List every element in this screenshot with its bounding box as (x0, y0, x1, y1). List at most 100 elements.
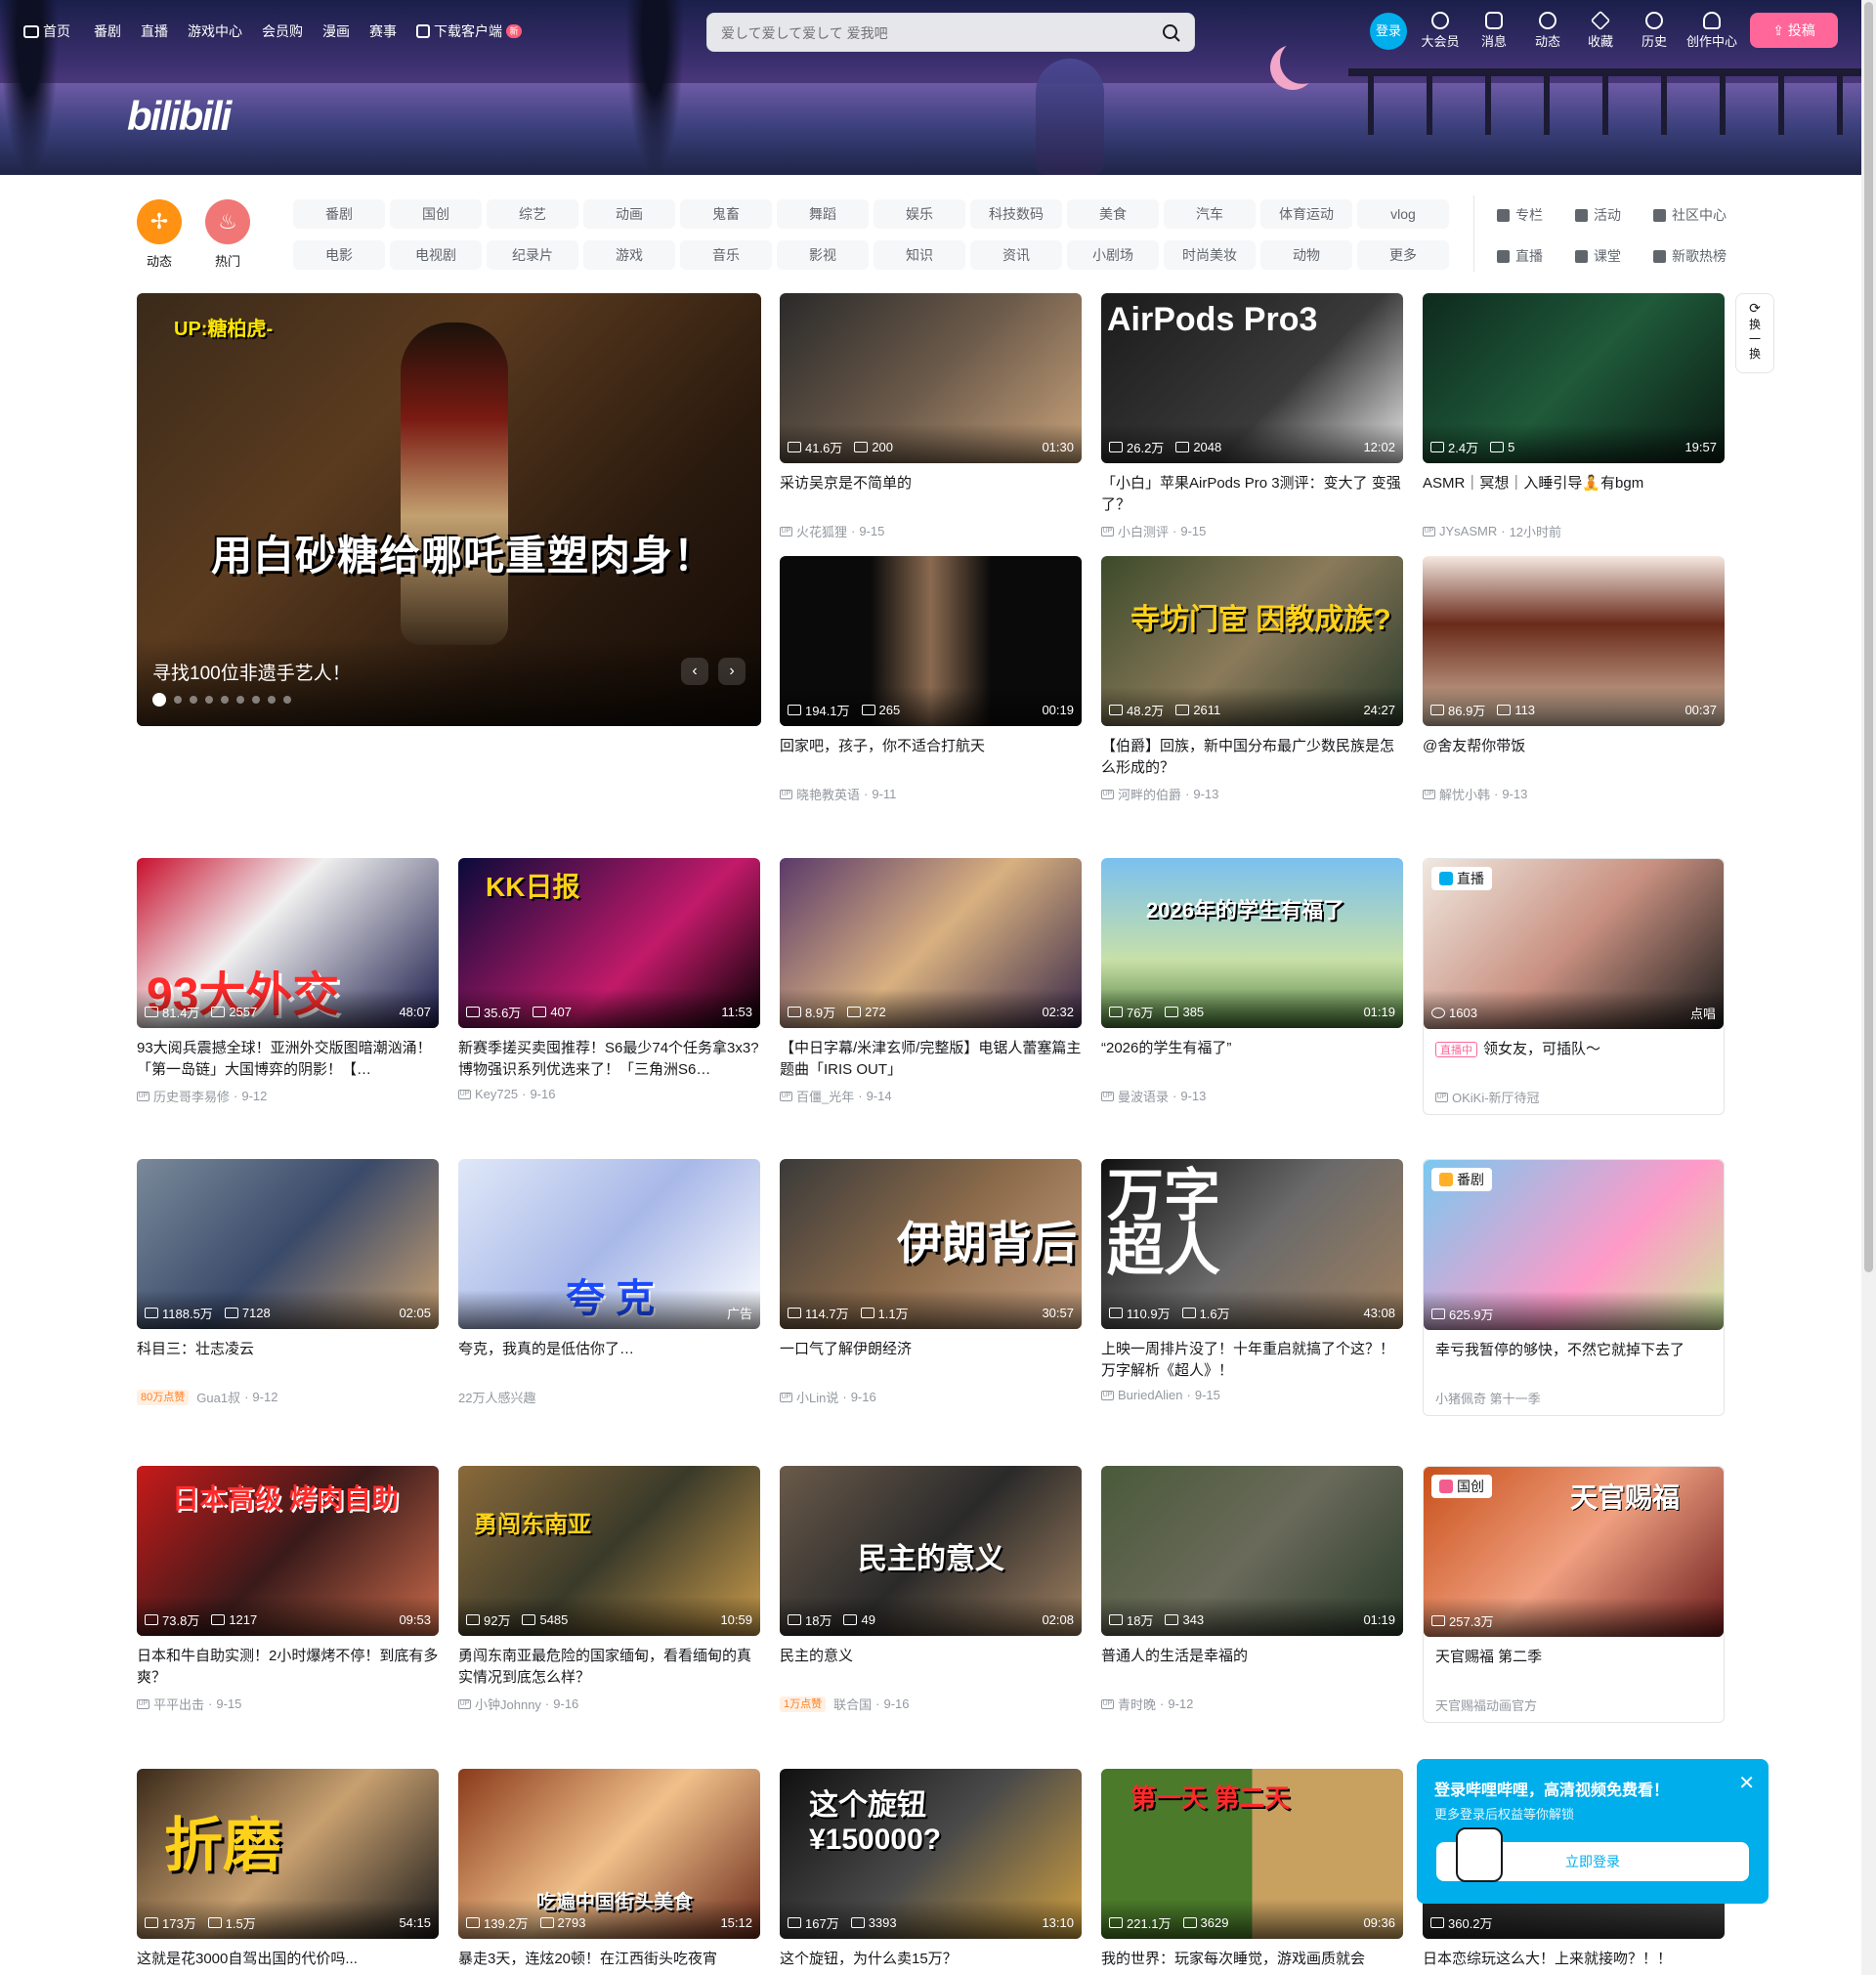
video-thumbnail[interactable]: 伊朗背后 114.7万 1.1万 30:57 (780, 1159, 1082, 1329)
carousel-dot[interactable] (252, 696, 260, 704)
author-name[interactable]: 22万人感兴趣 (458, 1388, 535, 1406)
video-card[interactable]: 194.1万 265 00:19 回家吧，孩子，你不适合打航天 UP 晓艳教英语 · 9-11 (780, 556, 1082, 803)
video-title[interactable]: 上映一周排片没了！十年重启就搞了个这？！万字解析《超人》！ (1101, 1339, 1403, 1382)
author-name[interactable]: 平平出击 (153, 1695, 204, 1713)
video-title[interactable]: ASMR｜冥想｜入睡引导🧘有bgm (1423, 473, 1725, 516)
video-thumbnail[interactable]: 天官赐福 国创 257.3万 (1424, 1467, 1724, 1637)
search-icon[interactable] (1161, 22, 1182, 44)
channel-chip[interactable]: 鬼畜 (680, 199, 772, 229)
video-title[interactable]: 93大阅兵震撼全球！亚洲外交版图暗潮汹涌！「第一岛链」大国博弈的阴影！【… (137, 1038, 439, 1081)
video-thumbnail[interactable]: 第一天 第二天 221.1万 3629 09:36 (1101, 1769, 1403, 1939)
video-title[interactable]: 民主的意义 (780, 1646, 1082, 1689)
video-title[interactable]: 【伯爵】回族，新中国分布最广少数民族是怎么形成的？ (1101, 736, 1403, 779)
video-title[interactable]: 这就是花3000自驾出国的代价吗... (137, 1949, 439, 1975)
quick-link-column[interactable]: 专栏 (1497, 205, 1543, 225)
video-title[interactable]: @舍友帮你带饭 (1423, 736, 1725, 779)
quick-link-new-songs[interactable]: 新歌热榜 (1653, 246, 1727, 266)
video-title[interactable]: 我的世界：玩家每次睡觉，游戏画质就会 (1101, 1949, 1403, 1975)
channel-chip[interactable]: 体育运动 (1260, 199, 1352, 229)
nav-game-center[interactable]: 游戏中心 (188, 21, 242, 41)
video-thumbnail[interactable]: 寺坊门宦 因教成族? 48.2万 2611 24:27 (1101, 556, 1403, 726)
hot-channel-button[interactable]: ♨ (205, 199, 250, 244)
author-name[interactable]: BuriedAlien (1118, 1388, 1183, 1402)
video-thumbnail[interactable]: 8.9万 272 02:32 (780, 858, 1082, 1028)
author-name[interactable]: 小猪佩奇 第十一季 (1435, 1389, 1541, 1407)
author-name[interactable]: 青时晚 (1118, 1695, 1156, 1713)
carousel-dot[interactable] (174, 696, 182, 704)
video-thumbnail[interactable]: 18万 343 01:19 (1101, 1466, 1403, 1636)
author-name[interactable]: 天官赐福动画官方 (1435, 1696, 1537, 1714)
channel-chip[interactable]: 资讯 (970, 240, 1062, 270)
nav-home[interactable]: 首页 (23, 21, 70, 41)
video-thumbnail[interactable]: 41.6万 200 01:30 (780, 293, 1082, 463)
video-info[interactable]: 小猪佩奇 第十一季 (1424, 1389, 1724, 1407)
video-thumbnail[interactable]: 吃遍中国街头美食139.2万279315:12 (458, 1769, 760, 1939)
quick-link-classroom[interactable]: 课堂 (1575, 246, 1621, 266)
author-name[interactable]: 百僵_光年 (796, 1087, 854, 1105)
channel-chip[interactable]: 时尚美妆 (1164, 240, 1256, 270)
channel-chip[interactable]: vlog (1357, 199, 1449, 229)
author-name[interactable]: 历史哥李易修 (153, 1087, 230, 1105)
dynamics-channel-button[interactable]: ✢ (137, 199, 182, 244)
channel-chip[interactable]: 动物 (1260, 240, 1352, 270)
video-card[interactable]: 日本高级 烤肉自助 73.8万 1217 09:53 日本和牛自助实测！2小时爆烤不停！… (137, 1466, 439, 1713)
video-title[interactable]: 夸克，我真的是低估你了… (458, 1339, 760, 1382)
video-title[interactable]: 采访吴京是不简单的 (780, 473, 1082, 516)
author-name[interactable]: 火花狐狸 (796, 522, 847, 540)
search-input[interactable] (721, 22, 1131, 44)
video-card[interactable]: 民主的意义 18万 49 02:08 民主的意义 1万点赞 联合国 · 9-16 (780, 1466, 1082, 1713)
video-card[interactable]: 寺坊门宦 因教成族? 48.2万 2611 24:27 【伯爵】回族，新中国分布最广少数… (1101, 556, 1403, 803)
video-title[interactable]: 一口气了解伊朗经济 (780, 1339, 1082, 1382)
video-title[interactable]: 【中日字幕/米津玄师/完整版】电锯人蕾塞篇主题曲「IRIS OUT」 (780, 1038, 1082, 1081)
video-info[interactable]: UP OKiKi-新厅待冠 (1424, 1088, 1724, 1106)
carousel-prev-button[interactable]: ‹ (681, 658, 708, 685)
video-card[interactable]: 伊朗背后 114.7万 1.1万 30:57 一口气了解伊朗经济 UP 小Lin说 · 9-16 (780, 1159, 1082, 1406)
video-thumbnail[interactable]: 日本高级 烤肉自助 73.8万 1217 09:53 (137, 1466, 439, 1636)
video-thumbnail[interactable]: 万字超人 110.9万 1.6万 43:08 (1101, 1159, 1403, 1329)
video-card[interactable]: 93大外交81.4万255748:0793大阅兵震撼全球！亚洲外交版图暗潮汹涌！… (137, 858, 439, 1105)
channel-chip[interactable]: 音乐 (680, 240, 772, 270)
author-name[interactable]: OKiKi-新厅待冠 (1452, 1088, 1540, 1106)
channel-chip[interactable]: 娱乐 (874, 199, 965, 229)
video-thumbnail[interactable]: 1188.5万 7128 02:05 (137, 1159, 439, 1329)
carousel-caption[interactable]: 寻找100位非遗手艺人！ (152, 659, 351, 685)
video-thumbnail[interactable]: 折磨 173万 1.5万 54:15 (137, 1769, 439, 1939)
author-name[interactable]: 晓艳教英语 (796, 785, 860, 803)
video-card[interactable]: 勇闯东南亚 92万 5485 10:59 勇闯东南亚最危险的国家缅甸，看看缅甸的真实情况… (458, 1466, 760, 1713)
nav-messages[interactable]: 消息 (1471, 12, 1516, 50)
login-avatar-button[interactable]: 登录 (1370, 13, 1407, 50)
upload-button[interactable]: ⇪ 投稿 (1750, 13, 1838, 48)
video-title[interactable]: 回家吧，孩子，你不适合打航天 (780, 736, 1082, 779)
bangumi-card[interactable]: 番剧 625.9万 幸亏我暂停的够快，不然它就掉下去了 小猪佩奇 第十一季 (1423, 1159, 1725, 1416)
video-info[interactable]: UP 火花狐狸 · 9-15 (780, 522, 1082, 540)
video-info[interactable]: UP 青时晚 · 9-12 (1101, 1695, 1403, 1713)
video-title[interactable]: 暴走3天，连炫20顿！在江西街头吃夜宵 (458, 1949, 760, 1975)
video-title[interactable]: 新赛季搓买卖囤推荐！S6最少74个任务拿3x3?博物强识系列优选来了！「三角洲S… (458, 1038, 760, 1081)
author-name[interactable]: 河畔的伯爵 (1118, 785, 1181, 803)
channel-chip[interactable]: 动画 (583, 199, 675, 229)
channel-chip[interactable]: 舞蹈 (777, 199, 869, 229)
channel-chip[interactable]: 知识 (874, 240, 965, 270)
video-info[interactable]: UP 河畔的伯爵 · 9-13 (1101, 785, 1403, 803)
author-name[interactable]: 小Lin说 (796, 1388, 838, 1406)
author-name[interactable]: JYsASMR (1439, 524, 1497, 538)
author-name[interactable]: Key725 (475, 1087, 518, 1101)
carousel-dot[interactable] (190, 696, 197, 704)
video-info[interactable]: 22万人感兴趣 (458, 1388, 760, 1406)
quick-link-activity[interactable]: 活动 (1575, 205, 1621, 225)
nav-vip[interactable]: 大会员 (1418, 12, 1463, 50)
bangumi-card[interactable]: 天官赐福 国创 257.3万 天官赐福 第二季 天官赐福动画官方 (1423, 1466, 1725, 1723)
author-name[interactable]: 小白测评 (1118, 522, 1169, 540)
carousel-dot[interactable] (268, 696, 276, 704)
carousel-dot[interactable] (152, 693, 166, 707)
quick-link-live[interactable]: 直播 (1497, 246, 1543, 266)
author-name[interactable]: Gua1叔 (196, 1388, 240, 1406)
video-title[interactable]: “2026的学生有福了” (1101, 1038, 1403, 1081)
author-name[interactable]: 联合国 (833, 1695, 872, 1713)
video-thumbnail[interactable]: 这个旋钮 ¥150000? 167万 3393 13:10 (780, 1769, 1082, 1939)
author-name[interactable]: 小钟Johnny (475, 1695, 541, 1713)
video-thumbnail[interactable]: KK日报 35.6万 407 11:53 (458, 858, 760, 1028)
nav-dynamics[interactable]: 动态 (1525, 12, 1570, 50)
live-card[interactable]: 直播 1603 点唱 直播中 领女友，可插队～ UP OKiKi-新厅待冠 (1423, 858, 1725, 1115)
carousel-next-button[interactable]: › (718, 658, 746, 685)
